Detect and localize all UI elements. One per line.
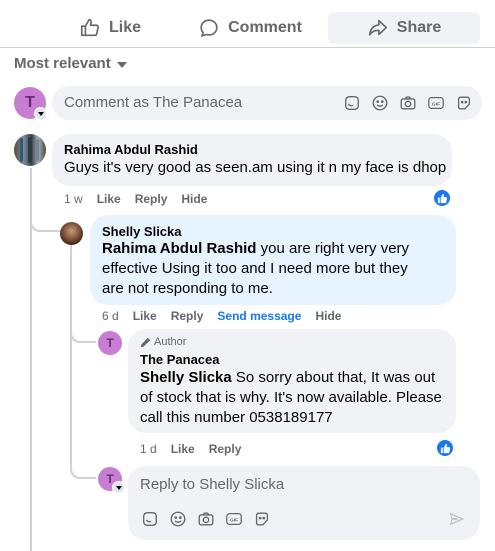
- mention-link[interactable]: Shelly Slicka: [140, 369, 232, 386]
- composer-toolbar: GIF: [342, 93, 474, 113]
- send-icon[interactable]: [448, 510, 468, 530]
- gif-icon[interactable]: GIF: [426, 93, 446, 113]
- comment-actions: 1 w Like Reply Hide: [64, 192, 207, 206]
- reply-time[interactable]: 1 d: [140, 442, 157, 456]
- comment-composer[interactable]: Comment as The Panacea GIF: [52, 86, 482, 120]
- reply-time[interactable]: 6 d: [102, 309, 119, 323]
- reply-bubble: Author The Panacea Shelly Slicka So sorr…: [128, 329, 456, 433]
- hide-link[interactable]: Hide: [181, 192, 207, 206]
- hide-link[interactable]: Hide: [315, 309, 341, 323]
- mention-link[interactable]: Rahima Abdul Rashid: [102, 240, 256, 257]
- avatar[interactable]: T: [98, 331, 122, 355]
- share-button[interactable]: Share: [328, 12, 480, 44]
- reply-text: Shelly Slicka So sorry about that, It wa…: [140, 368, 450, 428]
- reply-author[interactable]: Shelly Slicka: [102, 224, 182, 239]
- reply-actions: 6 d Like Reply Send message Hide: [102, 309, 341, 323]
- camera-icon[interactable]: [196, 509, 216, 529]
- reply-input[interactable]: Reply to Shelly Slicka: [140, 476, 284, 493]
- camera-icon[interactable]: [398, 93, 418, 113]
- reply-author[interactable]: The Panacea: [140, 352, 220, 367]
- avatar[interactable]: [60, 222, 83, 245]
- like-button-label: Like: [108, 19, 141, 36]
- like-link[interactable]: Like: [133, 309, 157, 323]
- reply-composer[interactable]: Reply to Shelly Slicka GIF: [128, 466, 480, 540]
- comment-button[interactable]: Comment: [180, 12, 320, 44]
- reply-link[interactable]: Reply: [135, 192, 168, 206]
- composer-toolbar: GIF: [140, 509, 272, 529]
- send-message-link[interactable]: Send message: [217, 309, 301, 323]
- thumbs-up-reaction-icon[interactable]: [436, 439, 454, 457]
- reply-actions: 1 d Like Reply: [140, 442, 241, 456]
- like-link[interactable]: Like: [97, 192, 121, 206]
- thumbs-up-reaction-icon[interactable]: [433, 189, 451, 207]
- emoji-icon[interactable]: [370, 93, 390, 113]
- emoji-icon[interactable]: [168, 509, 188, 529]
- like-icon: [80, 18, 99, 37]
- thread-connector: [70, 457, 96, 479]
- comment-author[interactable]: Rahima Abdul Rashid: [64, 142, 198, 157]
- chevron-down-icon[interactable]: [34, 107, 47, 120]
- author-badge: Author: [140, 336, 186, 348]
- thread-connector: [30, 212, 60, 232]
- avatar-sticker-icon[interactable]: [454, 93, 474, 113]
- share-button-label: Share: [396, 19, 442, 36]
- like-button[interactable]: Like: [40, 12, 180, 44]
- sort-label: Most relevant: [14, 55, 111, 72]
- thread-line: [70, 245, 72, 467]
- svg-text:GIF: GIF: [432, 101, 440, 107]
- sticker-icon[interactable]: [140, 509, 160, 529]
- author-badge-label: Author: [154, 336, 187, 348]
- caret-down-icon: [116, 61, 127, 68]
- comment-input[interactable]: Comment as The Panacea: [64, 94, 242, 111]
- svg-text:GIF: GIF: [230, 517, 238, 523]
- reply-link[interactable]: Reply: [209, 442, 242, 456]
- share-icon: [368, 19, 387, 36]
- sort-dropdown[interactable]: Most relevant: [14, 55, 127, 72]
- comment-time[interactable]: 1 w: [64, 192, 83, 206]
- pencil-icon: [140, 337, 151, 347]
- thread-connector: [70, 323, 96, 343]
- reply-bubble: Shelly Slicka Rahima Abdul Rashid you ar…: [90, 215, 456, 305]
- avatar-sticker-icon[interactable]: [252, 509, 272, 529]
- chevron-down-icon[interactable]: [112, 481, 125, 494]
- avatar-letter: T: [106, 336, 114, 350]
- comment-icon: [200, 19, 218, 38]
- reply-text: Rahima Abdul Rashid you are right very v…: [102, 239, 432, 299]
- comment-text: Guys it's very good as seen.am using it …: [64, 159, 447, 176]
- reply-link[interactable]: Reply: [171, 309, 204, 323]
- comment-bubble: Rahima Abdul Rashid Guys it's very good …: [52, 134, 452, 186]
- post-action-bar: Like Comment Share: [0, 0, 495, 48]
- avatar-letter: T: [25, 94, 35, 111]
- like-link[interactable]: Like: [171, 442, 195, 456]
- avatar[interactable]: [14, 134, 46, 166]
- comment-button-label: Comment: [228, 19, 302, 36]
- gif-icon[interactable]: GIF: [224, 509, 244, 529]
- sticker-icon[interactable]: [342, 93, 362, 113]
